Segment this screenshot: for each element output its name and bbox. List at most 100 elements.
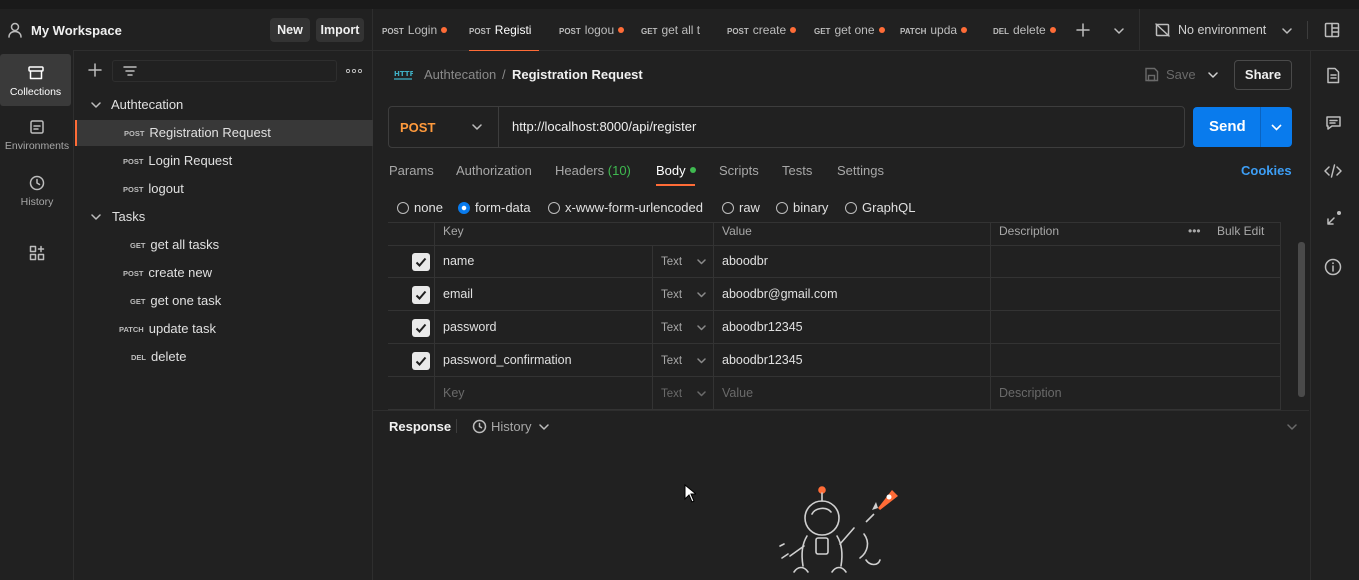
rail-history[interactable]: History (0, 174, 74, 214)
tabs-overflow-chevron-icon[interactable] (1114, 27, 1124, 35)
unsaved-dot (790, 27, 797, 33)
rail-apis[interactable] (0, 244, 74, 264)
radio-urlencoded[interactable]: x-www-form-urlencoded (548, 200, 703, 215)
more-options-icon[interactable] (346, 69, 362, 73)
row-key[interactable]: email (435, 278, 653, 311)
tab-headers[interactable]: Headers (10) (555, 163, 631, 178)
request-title[interactable]: Registration Request (512, 67, 643, 82)
row-type-select[interactable]: Text (653, 278, 714, 311)
new-description-input[interactable]: Description (991, 377, 1281, 410)
radio-raw[interactable]: raw (722, 200, 760, 215)
more-options-icon[interactable]: ••• (1188, 223, 1201, 239)
tab-params[interactable]: Params (389, 163, 434, 178)
tab-update[interactable]: PATCH upda (900, 9, 972, 51)
tree-item-get-one-task[interactable]: GET get one task (74, 288, 373, 314)
radio-form-data[interactable]: form-data (458, 200, 531, 215)
row-value[interactable]: aboodbr@gmail.com (714, 278, 991, 311)
tab-delete[interactable]: DEL delete (993, 9, 1059, 51)
sidebar-search-input[interactable] (112, 60, 337, 82)
tree-item-get-all-tasks[interactable]: GET get all tasks (74, 232, 373, 258)
header-description-label: Description (999, 224, 1060, 238)
body-scrollbar[interactable] (1298, 242, 1305, 397)
tree-item-label: create new (148, 265, 213, 280)
row-checkbox[interactable] (412, 319, 430, 337)
row-description[interactable] (991, 245, 1281, 278)
tab-login[interactable]: POST Login (382, 9, 464, 51)
chevron-down-icon[interactable] (1271, 123, 1282, 131)
tree-item-logout[interactable]: POST logout (74, 176, 373, 202)
code-icon[interactable] (1324, 164, 1342, 178)
tab-body[interactable]: Body (656, 163, 696, 178)
tree-item-create-new[interactable]: POST create new (74, 260, 373, 286)
folder-tasks[interactable]: Tasks (74, 204, 373, 230)
import-button[interactable]: Import (316, 18, 364, 42)
row-checkbox[interactable] (412, 352, 430, 370)
chevron-down-icon (697, 291, 706, 298)
row-checkbox[interactable] (412, 286, 430, 304)
row-value[interactable]: aboodbr (714, 245, 991, 278)
send-button[interactable]: Send (1193, 107, 1292, 147)
tree-item-registration[interactable]: POST Registration Request (75, 120, 373, 146)
rail-collections[interactable]: Collections (0, 54, 71, 106)
row-type-select[interactable]: Text (653, 311, 714, 344)
radio-graphql[interactable]: GraphQL (845, 200, 915, 215)
tree-item-delete[interactable]: DEL delete (74, 344, 373, 370)
collapse-response-chevron-icon[interactable] (1287, 423, 1297, 431)
folder-authtecation[interactable]: Authtecation (74, 92, 373, 118)
row-key[interactable]: password (435, 311, 653, 344)
response-history-button[interactable]: History (471, 418, 561, 436)
layout-icon[interactable] (1324, 22, 1340, 38)
row-key[interactable]: password_confirmation (435, 344, 653, 377)
tab-method: DEL (993, 27, 1009, 36)
tab-get-one[interactable]: GET get one (814, 9, 886, 51)
rail-environments[interactable]: Environments (0, 118, 74, 158)
collections-icon (27, 64, 45, 82)
tab-tests[interactable]: Tests (782, 163, 812, 178)
bulk-edit-link[interactable]: Bulk Edit (1217, 223, 1264, 239)
add-icon[interactable] (88, 63, 102, 77)
row-type-select[interactable]: Text (653, 344, 714, 377)
tree-item-login[interactable]: POST Login Request (74, 148, 373, 174)
new-key-input[interactable]: Key (435, 377, 653, 410)
tab-scripts[interactable]: Scripts (719, 163, 759, 178)
row-description[interactable] (991, 278, 1281, 311)
tab-settings[interactable]: Settings (837, 163, 884, 178)
tab-create[interactable]: POST create (727, 9, 799, 51)
row-value[interactable]: aboodbr12345 (714, 311, 991, 344)
new-value-input[interactable]: Value (714, 377, 991, 410)
row-checkbox[interactable] (412, 253, 430, 271)
row-type-select[interactable]: Text (653, 377, 714, 410)
share-button[interactable]: Share (1234, 60, 1292, 90)
related-collections-icon[interactable] (1325, 209, 1343, 227)
row-key[interactable]: name (435, 245, 653, 278)
radio-none[interactable]: none (397, 200, 443, 215)
environment-selector[interactable]: No environment (1153, 9, 1308, 51)
workspace-name[interactable]: My Workspace (31, 23, 122, 38)
response-history-label: History (491, 419, 532, 434)
chevron-down-icon[interactable] (1208, 71, 1218, 79)
tree-item-update-task[interactable]: PATCH update task (74, 316, 373, 342)
documentation-icon[interactable] (1325, 67, 1341, 84)
tab-get-all[interactable]: GET get all t (641, 9, 707, 51)
new-tab-icon[interactable] (1076, 23, 1090, 37)
tree-item-label: delete (151, 349, 187, 364)
breadcrumb-parent[interactable]: Authtecation (424, 67, 496, 82)
row-description[interactable] (991, 311, 1281, 344)
method-value: POST (400, 120, 436, 135)
info-icon[interactable] (1324, 258, 1342, 276)
cookies-link[interactable]: Cookies (1241, 163, 1292, 178)
tab-method: POST (559, 27, 581, 36)
tab-registration[interactable]: POST Registi (469, 9, 539, 51)
row-description[interactable] (991, 344, 1281, 377)
tab-logout[interactable]: POST logou (559, 9, 627, 51)
comments-icon[interactable] (1325, 115, 1342, 131)
method-select[interactable]: POST (389, 107, 499, 147)
url-input[interactable]: http://localhost:8000/api/register (512, 119, 696, 134)
save-button[interactable]: Save (1138, 59, 1224, 89)
row-value[interactable]: aboodbr12345 (714, 344, 991, 377)
new-button[interactable]: New (270, 18, 310, 42)
radio-binary[interactable]: binary (776, 200, 828, 215)
header-value: Value (714, 223, 991, 246)
tab-authorization[interactable]: Authorization (456, 163, 532, 178)
row-type-select[interactable]: Text (653, 245, 714, 278)
